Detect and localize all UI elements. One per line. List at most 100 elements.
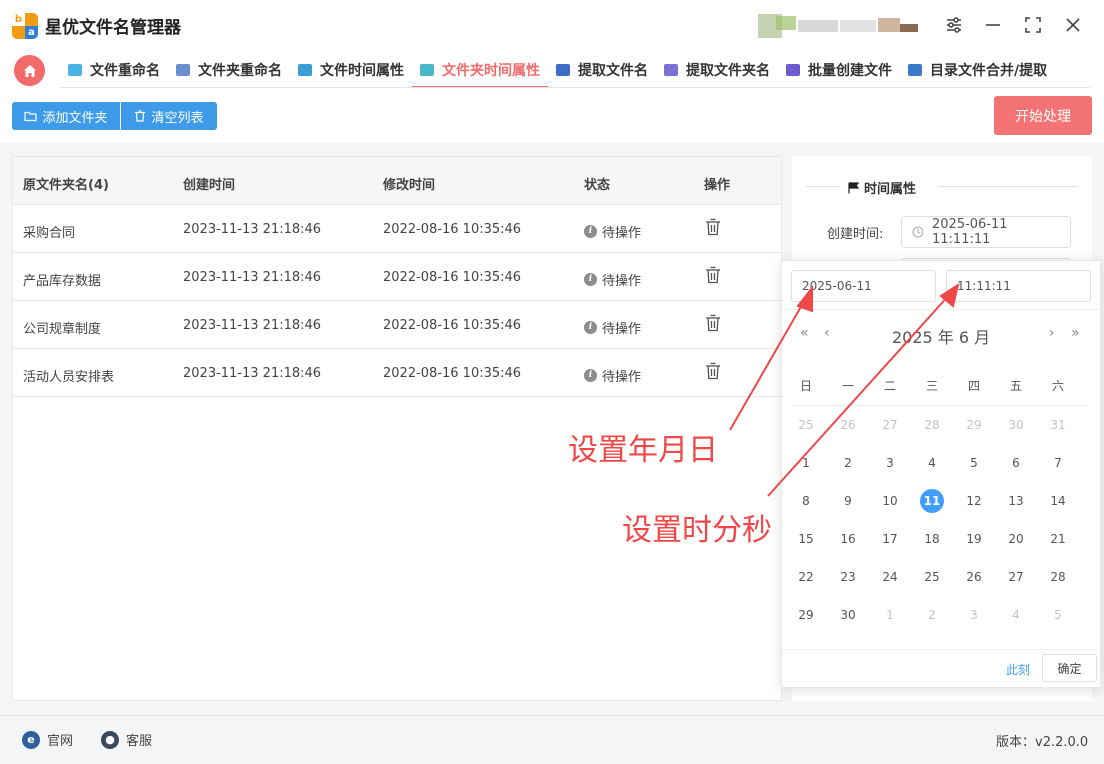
tab-3[interactable]: 文件夹时间属性 <box>412 52 548 88</box>
home-icon <box>23 64 36 77</box>
delete-icon[interactable] <box>705 362 721 380</box>
created-time: 2023-11-13 21:18:46 <box>183 318 322 333</box>
clear-list-button[interactable]: 清空列表 <box>121 102 217 130</box>
calendar-day[interactable]: 8 <box>794 489 818 513</box>
calendar-day[interactable]: 30 <box>1004 413 1028 437</box>
calendar-day[interactable]: 15 <box>794 527 818 551</box>
modified-time: 2022-08-16 10:35:46 <box>383 366 522 381</box>
tab-6[interactable]: 批量创建文件 <box>778 52 900 88</box>
now-button[interactable]: 此刻 <box>1006 661 1030 678</box>
calendar-day[interactable]: 2 <box>836 451 860 475</box>
title-bar: ba 星优文件名管理器 <box>0 0 1104 50</box>
tab-4[interactable]: 提取文件名 <box>548 52 656 88</box>
calendar-day[interactable]: 9 <box>836 489 860 513</box>
tab-5[interactable]: 提取文件夹名 <box>656 52 778 88</box>
calendar-day[interactable]: 17 <box>878 527 902 551</box>
calendar-day[interactable]: 28 <box>920 413 944 437</box>
calendar-day[interactable]: 4 <box>920 451 944 475</box>
tab-7[interactable]: 目录文件合并/提取 <box>900 52 1055 88</box>
weekday-label: 日 <box>799 379 812 393</box>
calendar-day[interactable]: 3 <box>878 451 902 475</box>
modified-time: 2022-08-16 10:35:46 <box>383 270 522 285</box>
status-cell: i 待操作 <box>584 366 641 385</box>
calendar-day[interactable]: 5 <box>962 451 986 475</box>
prev-year-icon[interactable]: « <box>800 325 809 341</box>
calendar-day[interactable]: 18 <box>920 527 944 551</box>
calendar-day[interactable]: 1 <box>794 451 818 475</box>
settings-icon[interactable] <box>939 10 969 40</box>
selected-day[interactable]: 11 <box>920 489 944 513</box>
tab-0[interactable]: 文件重命名 <box>60 52 168 88</box>
maximize-icon[interactable] <box>1018 10 1048 40</box>
created-time-input[interactable]: 2025-06-11 11:11:11 <box>901 216 1071 248</box>
delete-icon[interactable] <box>705 218 721 236</box>
calendar-day[interactable]: 24 <box>878 565 902 589</box>
calendar-day[interactable]: 10 <box>878 489 902 513</box>
tab-label: 批量创建文件 <box>808 63 892 79</box>
calendar-day[interactable]: 31 <box>1046 413 1070 437</box>
calendar-day[interactable]: 1 <box>878 603 902 627</box>
website-link[interactable]: e 官网 <box>22 730 73 749</box>
calendar-day[interactable]: 7 <box>1046 451 1070 475</box>
home-button[interactable] <box>14 55 45 86</box>
calendar-day[interactable]: 13 <box>1004 489 1028 513</box>
delete-icon[interactable] <box>705 266 721 284</box>
calendar-day[interactable]: 25 <box>920 565 944 589</box>
tab-2[interactable]: 文件时间属性 <box>290 52 412 88</box>
calendar-day[interactable]: 30 <box>836 603 860 627</box>
weekday-label: 六 <box>1051 379 1064 393</box>
status-text: 待操作 <box>602 274 642 289</box>
table-row[interactable]: 活动人员安排表 2023-11-13 21:18:46 2022-08-16 10:… <box>13 349 781 397</box>
calendar-day[interactable]: 26 <box>962 565 986 589</box>
calendar-day[interactable]: 29 <box>962 413 986 437</box>
calendar-day[interactable]: 29 <box>794 603 818 627</box>
calendar-day[interactable]: 26 <box>836 413 860 437</box>
calendar-day[interactable]: 14 <box>1046 489 1070 513</box>
picker-date-input[interactable]: 2025-06-11 <box>791 270 936 302</box>
user-avatar[interactable] <box>758 12 920 40</box>
table-row[interactable]: 采购合同 2023-11-13 21:18:46 2022-08-16 10:35:… <box>13 205 781 253</box>
website-label: 官网 <box>47 734 74 749</box>
calendar-day[interactable]: 22 <box>794 565 818 589</box>
start-button[interactable]: 开始处理 <box>994 96 1092 135</box>
tab-1[interactable]: 文件夹重命名 <box>168 52 290 88</box>
calendar-day[interactable]: 25 <box>794 413 818 437</box>
calendar-day[interactable]: 3 <box>962 603 986 627</box>
weekday-label: 五 <box>1009 379 1022 393</box>
side-title: 时间属性 <box>848 178 916 197</box>
close-icon[interactable] <box>1058 10 1088 40</box>
version-text: 版本：v2.2.0.0 <box>996 735 1089 750</box>
tab-label: 文件时间属性 <box>320 63 404 79</box>
confirm-button[interactable]: 确定 <box>1042 654 1097 682</box>
calendar-day[interactable]: 12 <box>962 489 986 513</box>
support-link[interactable]: ● 客服 <box>101 730 152 749</box>
table-row[interactable]: 公司规章制度 2023-11-13 21:18:46 2022-08-16 10:3… <box>13 301 781 349</box>
browser-icon: e <box>22 730 40 749</box>
modified-time: 2022-08-16 10:35:46 <box>383 222 522 237</box>
calendar-day[interactable]: 27 <box>1004 565 1028 589</box>
calendar-day[interactable]: 23 <box>836 565 860 589</box>
calendar-day[interactable]: 4 <box>1004 603 1028 627</box>
next-month-icon[interactable]: › <box>1049 325 1055 341</box>
status-text: 待操作 <box>602 322 642 337</box>
calendar-day[interactable]: 28 <box>1046 565 1070 589</box>
calendar-day[interactable]: 21 <box>1046 527 1070 551</box>
calendar-day[interactable]: 5 <box>1046 603 1070 627</box>
calendar-day[interactable]: 19 <box>962 527 986 551</box>
delete-icon[interactable] <box>705 314 721 332</box>
picker-time-input[interactable]: 11:11:11 <box>946 270 1091 302</box>
calendar-day[interactable]: 20 <box>1004 527 1028 551</box>
add-folder-button[interactable]: 添加文件夹 <box>12 102 120 130</box>
minimize-icon[interactable] <box>978 10 1008 40</box>
prev-month-icon[interactable]: ‹ <box>824 325 830 341</box>
calendar-day[interactable]: 6 <box>1004 451 1028 475</box>
next-year-icon[interactable]: » <box>1071 325 1080 341</box>
calendar-day[interactable]: 27 <box>878 413 902 437</box>
calendar-day[interactable]: 16 <box>836 527 860 551</box>
tab-label: 提取文件夹名 <box>686 63 770 79</box>
tab-label: 提取文件名 <box>578 63 648 79</box>
calendar-day[interactable]: 2 <box>920 603 944 627</box>
table-row[interactable]: 产品库存数据 2023-11-13 21:18:46 2022-08-16 10:3… <box>13 253 781 301</box>
tab-icon <box>556 64 570 76</box>
date-picker: 2025-06-11 11:11:11 « ‹ 2025 年 6 月 › » 日… <box>781 260 1101 688</box>
